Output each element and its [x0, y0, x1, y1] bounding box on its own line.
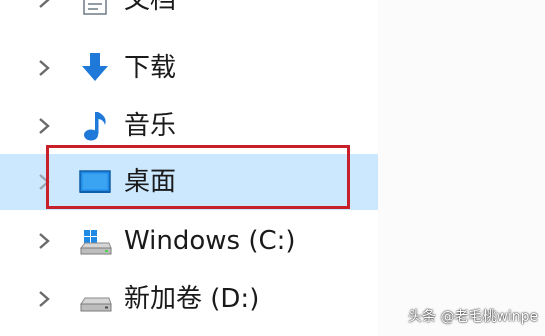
- download-icon: [82, 53, 108, 81]
- chevron-right-icon[interactable]: [38, 290, 50, 308]
- nav-item-label: 新加卷 (D:): [124, 284, 260, 314]
- red-highlight-annotation: [46, 145, 350, 209]
- nav-item-label: Windows (C:): [124, 226, 296, 256]
- chevron-right-icon[interactable]: [38, 232, 50, 250]
- content-pane-edge: [378, 0, 545, 336]
- nav-item-label: 下载: [124, 53, 177, 83]
- nav-item-label: 文档: [124, 0, 177, 15]
- nav-item-windows-c-drive[interactable]: Windows (C:): [0, 213, 378, 269]
- watermark-text: 头条 @老毛桃winpe: [408, 309, 539, 325]
- document-icon: [83, 0, 107, 15]
- file-explorer-navigation-pane: 文档 下载 音乐 桌面 Windows (C:) 新加卷 (D:) 头条 @老毛…: [0, 0, 545, 336]
- nav-item-new-volume-d-drive[interactable]: 新加卷 (D:): [0, 271, 378, 327]
- nav-item-documents[interactable]: 文档: [0, 0, 378, 28]
- music-note-icon: [84, 112, 106, 141]
- chevron-right-icon[interactable]: [38, 59, 50, 77]
- nav-item-downloads[interactable]: 下载: [0, 40, 378, 96]
- chevron-right-icon[interactable]: [38, 117, 50, 135]
- windows-drive-icon: [79, 230, 112, 255]
- chevron-right-icon[interactable]: [38, 0, 50, 9]
- drive-icon: [80, 297, 112, 312]
- nav-item-label: 音乐: [124, 111, 177, 141]
